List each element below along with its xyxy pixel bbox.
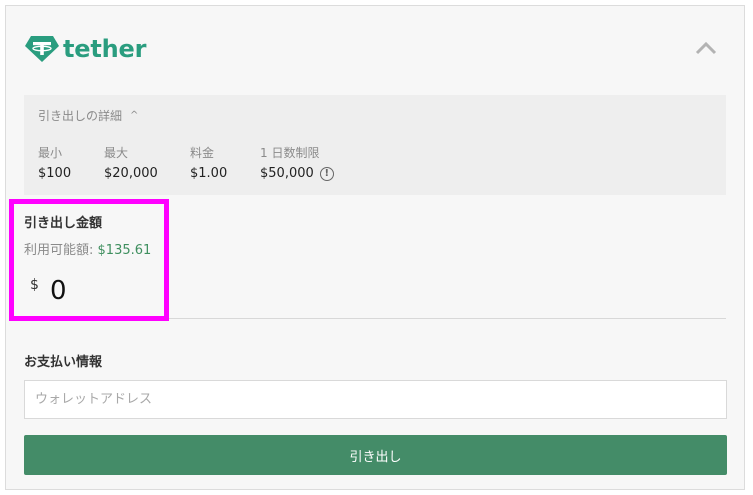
withdraw-details-panel: 引き出しの詳細 ^ 最小 $100 最大 $20,000 料金 $1.00 1 … [24, 95, 726, 195]
limit-min: 最小 $100 [38, 145, 71, 182]
limit-daily: 1 日数制限 $50,000 ! [260, 145, 334, 182]
limit-fee: 料金 $1.00 [190, 145, 227, 182]
limit-value-row: $50,000 ! [260, 166, 334, 182]
currency-symbol: $ [30, 277, 39, 293]
divider [169, 318, 726, 319]
available-label: 利用可能額: [24, 243, 94, 258]
limit-value: $100 [38, 166, 72, 181]
amount-input[interactable] [50, 275, 150, 307]
limit-value: $1.00 [190, 166, 228, 181]
limit-max: 最大 $20,000 [104, 145, 158, 182]
details-toggle[interactable]: 引き出しの詳細 ^ [38, 107, 138, 124]
available-balance: 利用可能額: $135.61 [24, 239, 151, 258]
wallet-address-input[interactable] [24, 380, 727, 419]
caret-up-icon: ^ [130, 110, 139, 121]
withdraw-amount-title: 引き出し金額 [24, 216, 103, 231]
tether-logo: tether [25, 36, 146, 62]
info-icon[interactable]: ! [319, 167, 334, 181]
limit-value: $50,000 [260, 166, 314, 181]
details-toggle-label: 引き出しの詳細 [38, 109, 123, 123]
limit-label: 1 日数制限 [260, 146, 320, 160]
limit-label: 料金 [190, 146, 215, 160]
tether-logo-icon [25, 36, 59, 62]
withdraw-button[interactable]: 引き出し [24, 435, 727, 475]
limit-label: 最大 [104, 146, 129, 160]
available-value: $135.61 [97, 243, 152, 258]
brand-name: tether [63, 35, 147, 63]
limit-label: 最小 [38, 146, 63, 160]
payment-info-title: お支払い情報 [24, 355, 103, 370]
collapse-button[interactable] [693, 38, 719, 58]
chevron-up-icon [695, 41, 717, 55]
limit-value: $20,000 [104, 166, 158, 181]
